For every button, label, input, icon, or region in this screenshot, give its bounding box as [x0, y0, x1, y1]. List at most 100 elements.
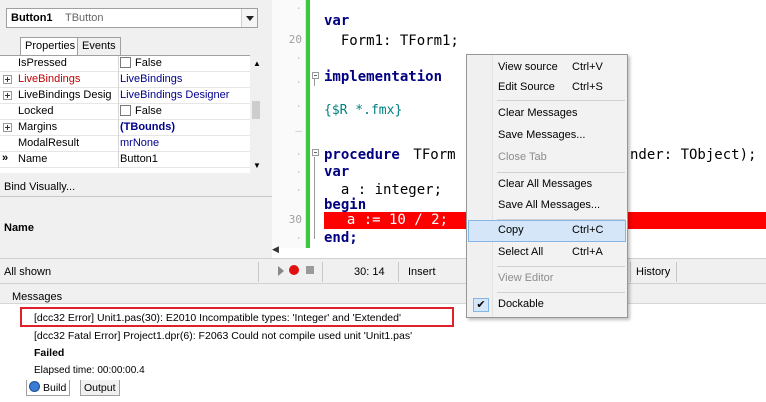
filter-status: All shown: [4, 266, 52, 278]
menu-item-dockable[interactable]: ✔ Dockable: [468, 294, 626, 316]
property-row[interactable]: » Name Button1: [0, 152, 250, 168]
menu-item-label: Clear Messages: [498, 107, 578, 119]
expand-icon[interactable]: [3, 91, 12, 100]
current-row-icon: »: [2, 152, 9, 164]
menu-item-label: Save Messages...: [498, 129, 586, 141]
menu-separator: [497, 292, 625, 293]
code-line: Form1: TForm1;: [324, 33, 459, 49]
stop-icon[interactable]: [306, 266, 314, 274]
column-divider: [118, 136, 119, 152]
menu-separator: [497, 266, 625, 267]
divider: [258, 262, 259, 282]
code-line: implementation: [324, 69, 443, 85]
record-icon[interactable]: [289, 265, 299, 275]
tab-properties[interactable]: Properties: [20, 37, 81, 55]
property-value[interactable]: LiveBindings Designer: [120, 89, 250, 101]
error-code-line: a := 10 / 2;: [330, 212, 449, 228]
menu-item-select-all[interactable]: Select All Ctrl+A: [468, 242, 626, 264]
menu-item-copy[interactable]: Copy Ctrl+C: [468, 220, 626, 242]
tab-events[interactable]: Events: [77, 37, 121, 55]
status-bar: All shown 30: 14 Insert History: [0, 258, 766, 284]
property-name: Name: [18, 153, 48, 165]
checkbox-icon[interactable]: [120, 57, 131, 68]
code-line: begin: [324, 197, 367, 213]
property-row[interactable]: ModalResult mrNone: [0, 136, 250, 152]
menu-item-close-tab[interactable]: Close Tab: [468, 147, 626, 169]
code-line: {$R *.fmx}: [324, 103, 403, 118]
expand-icon[interactable]: [3, 75, 12, 84]
column-divider: [118, 88, 119, 104]
property-value[interactable]: False: [120, 57, 250, 69]
menu-item-view-source[interactable]: View source Ctrl+V: [468, 57, 626, 79]
menu-item-shortcut: Ctrl+A: [572, 246, 603, 258]
component-type: TButton: [65, 12, 104, 24]
column-divider: [118, 120, 119, 136]
menu-item-label: Edit Source: [498, 81, 555, 93]
property-row[interactable]: Margins (TBounds): [0, 120, 250, 136]
fold-icon[interactable]: [312, 149, 319, 156]
column-divider: [118, 72, 119, 88]
menu-item-save-messages[interactable]: Save Messages...: [468, 125, 626, 147]
chevron-up-icon[interactable]: ▲: [253, 59, 261, 68]
property-value[interactable]: (TBounds): [120, 121, 250, 133]
code-line: var: [324, 164, 350, 180]
property-row[interactable]: Locked False: [0, 104, 250, 120]
edit-mode: Insert: [408, 266, 436, 278]
divider: [676, 262, 677, 282]
property-value[interactable]: False: [120, 105, 250, 117]
code-line: end;: [324, 230, 358, 246]
column-divider: [118, 152, 119, 168]
code-line: a : integer;: [324, 182, 443, 198]
divider: [630, 262, 631, 282]
menu-item-clear-all-messages[interactable]: Clear All Messages: [468, 174, 626, 196]
chevron-down-icon[interactable]: ▼: [253, 161, 261, 170]
fold-icon[interactable]: [312, 72, 319, 79]
property-row[interactable]: LiveBindings Desig LiveBindings Designer: [0, 88, 250, 104]
cursor-position: 30: 14: [354, 266, 385, 278]
property-row[interactable]: LiveBindings LiveBindings: [0, 72, 250, 88]
play-icon[interactable]: [278, 266, 284, 276]
expand-icon[interactable]: [3, 123, 12, 132]
property-value[interactable]: LiveBindings: [120, 73, 250, 85]
property-value-text: False: [135, 57, 162, 69]
chevron-down-icon[interactable]: [241, 9, 257, 27]
column-divider: [118, 56, 119, 72]
checkbox-icon[interactable]: [120, 105, 131, 116]
gutter-dot: –: [295, 124, 302, 137]
property-value[interactable]: Button1: [120, 153, 250, 165]
menu-item-label: Clear All Messages: [498, 178, 593, 190]
chevron-left-icon[interactable]: ◀: [272, 244, 279, 255]
menu-item-edit-source[interactable]: Edit Source Ctrl+S: [468, 77, 626, 99]
bind-visually-link[interactable]: Bind Visually...: [4, 181, 75, 193]
gutter-dot: ·: [295, 100, 302, 113]
scrollbar-thumb[interactable]: [252, 101, 260, 119]
menu-item-label: Close Tab: [498, 151, 547, 163]
divider: [398, 262, 399, 282]
messages-tabs: Build Output: [0, 376, 766, 396]
property-scrollbar[interactable]: ▲ ▼: [250, 55, 262, 173]
component-selector[interactable]: Button1 TButton: [6, 8, 258, 28]
messages-panel: Messages [dcc32 Error] Unit1.pas(30): E2…: [0, 284, 766, 402]
property-name: LiveBindings: [18, 73, 81, 85]
message-item[interactable]: Failed: [34, 347, 64, 359]
menu-separator: [497, 172, 625, 173]
tab-history[interactable]: History: [636, 266, 670, 278]
property-row[interactable]: IsPressed False: [0, 56, 250, 72]
line-number-gutter: · 20 · · · – · · · 30 ·: [272, 0, 306, 248]
change-bar: [306, 0, 310, 248]
messages-title: Messages: [12, 291, 63, 303]
error-highlight-box: [20, 307, 454, 327]
property-name: LiveBindings Desig: [18, 89, 112, 101]
menu-separator: [497, 100, 625, 101]
property-value[interactable]: mrNone: [120, 137, 250, 149]
message-item[interactable]: Elapsed time: 00:00:00.4: [34, 365, 145, 376]
tab-output[interactable]: Output: [80, 380, 120, 396]
line-number: 30: [288, 213, 302, 226]
menu-item-clear-messages[interactable]: Clear Messages: [468, 103, 626, 125]
menu-item-shortcut: Ctrl+V: [572, 61, 603, 73]
code-line: nder: TObject);: [630, 147, 757, 163]
menu-item-view-editor[interactable]: View Editor: [468, 268, 626, 290]
message-item[interactable]: [dcc32 Fatal Error] Project1.dpr(6): F20…: [34, 330, 412, 342]
property-name: IsPressed: [18, 57, 67, 69]
menu-item-save-all-messages[interactable]: Save All Messages...: [468, 195, 626, 217]
